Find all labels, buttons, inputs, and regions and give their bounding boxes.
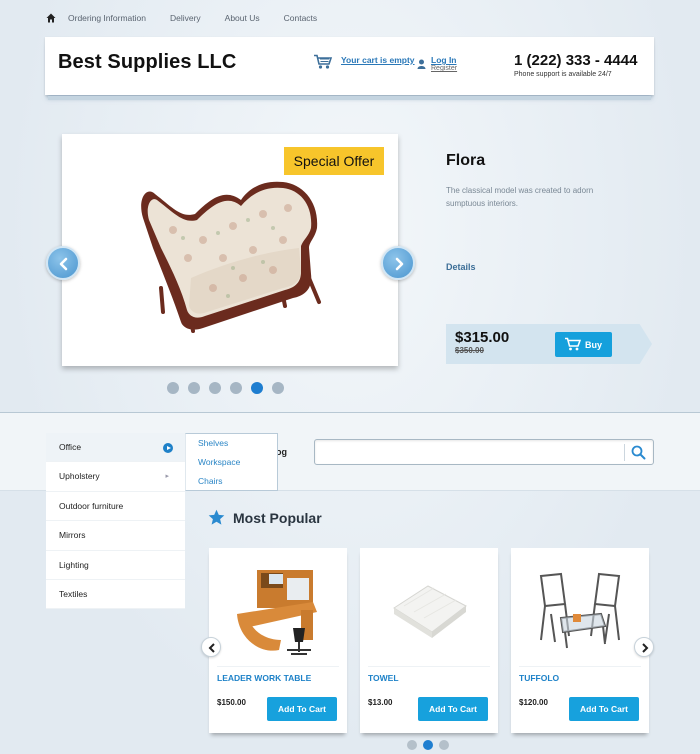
slider-dot[interactable] — [272, 382, 284, 394]
work-table-image — [237, 570, 317, 655]
chevron-right-icon — [642, 643, 649, 653]
search-separator — [624, 444, 625, 461]
slider-dot-active[interactable] — [251, 382, 263, 394]
top-navigation: Ordering Information Delivery About Us C… — [46, 10, 341, 26]
product-card: LEADER WORK TABLE $150.00 Add To Cart — [209, 548, 347, 733]
buy-button[interactable]: Buy — [555, 332, 612, 357]
office-submenu: Shelves Workspace Chairs — [185, 433, 278, 491]
add-to-cart-button[interactable]: Add To Cart — [418, 697, 488, 721]
home-icon[interactable] — [46, 13, 56, 23]
submenu-item-chairs[interactable]: Chairs — [186, 472, 277, 491]
popular-next-button[interactable] — [634, 637, 654, 657]
slider-dot[interactable] — [209, 382, 221, 394]
chevron-left-icon — [208, 643, 215, 653]
featured-price: $315.00 — [455, 329, 510, 346]
outdoor-set-image — [539, 572, 621, 649]
cart-icon[interactable] — [313, 54, 333, 70]
featured-product-title: Flora — [446, 152, 486, 169]
category-menu: Office Upholstery ▸ Outdoor furniture Mi… — [46, 433, 185, 610]
nav-contacts[interactable]: Contacts — [284, 13, 318, 23]
slider-dot[interactable] — [188, 382, 200, 394]
category-label: Office — [59, 442, 82, 452]
category-item-mirrors[interactable]: Mirrors — [46, 521, 185, 551]
brand-logo[interactable]: Best Supplies LLC — [58, 51, 236, 74]
category-label: Outdoor furniture — [59, 500, 124, 511]
cart-icon — [565, 337, 582, 351]
search-input[interactable] — [321, 441, 621, 463]
popular-pagination — [407, 740, 455, 750]
special-offer-badge: Special Offer — [284, 147, 384, 175]
popular-dot[interactable] — [407, 740, 417, 750]
slider-prev-button[interactable] — [46, 246, 80, 280]
category-label: Lighting — [59, 559, 89, 570]
product-card: TUFFOLO $120.00 Add To Cart — [511, 548, 649, 733]
register-link[interactable]: Register — [431, 65, 457, 72]
category-label: Mirrors — [59, 530, 86, 541]
nav-delivery[interactable]: Delivery — [170, 13, 201, 23]
search-icon[interactable] — [631, 445, 646, 465]
site-header: Best Supplies LLC Your cart is empty Log… — [45, 37, 654, 100]
category-item-lighting[interactable]: Lighting — [46, 551, 185, 580]
category-item-office[interactable]: Office — [46, 433, 185, 463]
add-to-cart-button[interactable]: Add To Cart — [569, 697, 639, 721]
towel-image — [393, 585, 467, 638]
chevron-right-icon — [395, 257, 404, 271]
card-divider — [519, 666, 641, 667]
details-link[interactable]: Details — [446, 262, 476, 272]
popular-dot[interactable] — [439, 740, 449, 750]
product-name[interactable]: TUFFOLO — [519, 673, 559, 683]
phone-support-note: Phone support is available 24/7 — [514, 71, 612, 78]
submenu-item-workspace[interactable]: Workspace — [186, 453, 277, 472]
user-icon — [417, 56, 426, 69]
product-name[interactable]: LEADER WORK TABLE — [217, 673, 311, 683]
slider-next-button[interactable] — [381, 246, 415, 280]
nav-ordering-information[interactable]: Ordering Information — [68, 13, 146, 23]
sofa-image — [141, 181, 321, 333]
featured-old-price: $350.00 — [455, 346, 484, 355]
product-price: $120.00 — [519, 698, 548, 707]
chevron-right-icon — [163, 443, 173, 453]
popular-prev-button[interactable] — [201, 637, 221, 657]
chevron-left-icon — [59, 257, 68, 271]
category-label: Upholstery — [59, 471, 100, 482]
slider-dot[interactable] — [230, 382, 242, 394]
card-divider — [368, 666, 490, 667]
category-label: Textiles — [59, 588, 88, 599]
card-divider — [217, 666, 339, 667]
category-item-upholstery[interactable]: Upholstery ▸ — [46, 462, 185, 492]
product-price: $13.00 — [368, 698, 393, 707]
product-price: $150.00 — [217, 698, 246, 707]
chevron-right-icon: ▸ — [165, 473, 169, 481]
popular-dot-active[interactable] — [423, 740, 433, 750]
category-item-outdoor-furniture[interactable]: Outdoor furniture — [46, 492, 185, 522]
product-card: TOWEL $13.00 Add To Cart — [360, 548, 498, 733]
featured-product-description: The classical model was created to adorn… — [446, 186, 594, 208]
nav-about-us[interactable]: About Us — [225, 13, 260, 23]
most-popular-title: Most Popular — [233, 510, 322, 526]
category-item-textiles[interactable]: Textiles — [46, 580, 185, 610]
login-link[interactable]: Log In — [431, 55, 457, 65]
phone-number: 1 (222) 333 - 4444 — [514, 52, 638, 69]
slider-dot[interactable] — [167, 382, 179, 394]
add-to-cart-button[interactable]: Add To Cart — [267, 697, 337, 721]
buy-button-label: Buy — [585, 340, 603, 350]
cart-link[interactable]: Your cart is empty — [341, 55, 415, 65]
star-icon — [208, 509, 225, 525]
submenu-item-shelves[interactable]: Shelves — [186, 434, 277, 453]
product-name[interactable]: TOWEL — [368, 673, 399, 683]
slider-pagination — [167, 382, 293, 394]
search-box — [314, 439, 654, 465]
